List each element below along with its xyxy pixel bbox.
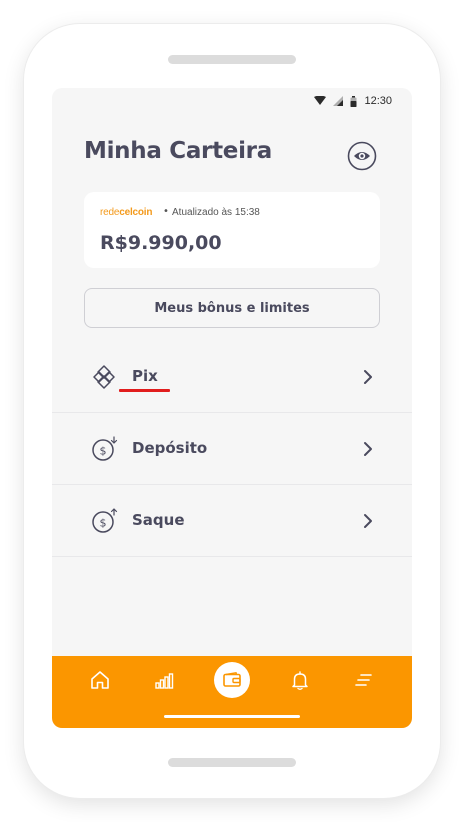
divider <box>52 556 412 557</box>
menu-item-label: Depósito <box>132 439 208 457</box>
wallet-icon <box>223 672 241 687</box>
menu-icon <box>355 674 372 686</box>
menu-item-label: Saque <box>132 511 185 529</box>
menu-item-label: Pix <box>132 367 158 385</box>
home-icon <box>91 671 109 689</box>
chevron-right-icon <box>364 370 372 384</box>
brand-logo-part1: rede <box>100 207 120 218</box>
updated-timestamp: Atualizado às 15:38 <box>172 207 260 218</box>
chevron-right-icon <box>364 442 372 456</box>
menu-item-deposito[interactable]: $ Depósito <box>52 413 412 485</box>
pix-icon <box>93 365 115 389</box>
app-screen: 12:30 Minha Carteira redecelcoin • Atual… <box>52 88 412 728</box>
page-title: Minha Carteira <box>84 138 272 164</box>
brand-logo-part2: celcoin <box>119 207 153 218</box>
nav-home-button[interactable] <box>88 668 112 692</box>
signal-icon <box>333 96 344 106</box>
eye-icon <box>347 141 377 171</box>
nav-home-indicator <box>164 715 300 718</box>
bottom-navigation <box>52 656 412 728</box>
bonus-limits-label: Meus bônus e limites <box>154 300 310 316</box>
separator-dot: • <box>163 206 169 217</box>
nav-wallet-button[interactable] <box>214 662 250 698</box>
phone-speaker <box>168 55 296 64</box>
deposit-icon: $ <box>92 436 118 461</box>
bonus-limits-button[interactable]: Meus bônus e limites <box>84 288 380 328</box>
brand-logo: redecelcoin <box>100 207 152 218</box>
battery-icon <box>350 95 357 107</box>
nav-notifications-button[interactable] <box>288 668 312 692</box>
status-bar: 12:30 <box>314 94 392 108</box>
phone-bottom-bar <box>168 758 296 767</box>
wifi-icon <box>314 96 327 105</box>
balance-card: redecelcoin • Atualizado às 15:38 R$9.99… <box>84 192 380 268</box>
menu-item-saque[interactable]: $ Saque <box>52 485 412 557</box>
nav-chart-button[interactable] <box>152 668 176 692</box>
withdraw-icon: $ <box>92 508 118 533</box>
nav-menu-button[interactable] <box>352 668 376 692</box>
bell-icon <box>292 671 308 690</box>
toggle-balance-visibility-button[interactable] <box>347 141 377 171</box>
pix-annotation-underline <box>119 389 170 392</box>
status-time: 12:30 <box>364 95 392 107</box>
svg-text:$: $ <box>100 517 107 530</box>
chevron-right-icon <box>364 514 372 528</box>
chart-icon <box>155 673 174 689</box>
menu-item-pix[interactable]: Pix <box>52 341 412 413</box>
svg-text:$: $ <box>100 445 107 458</box>
balance-amount: R$9.990,00 <box>100 232 222 254</box>
